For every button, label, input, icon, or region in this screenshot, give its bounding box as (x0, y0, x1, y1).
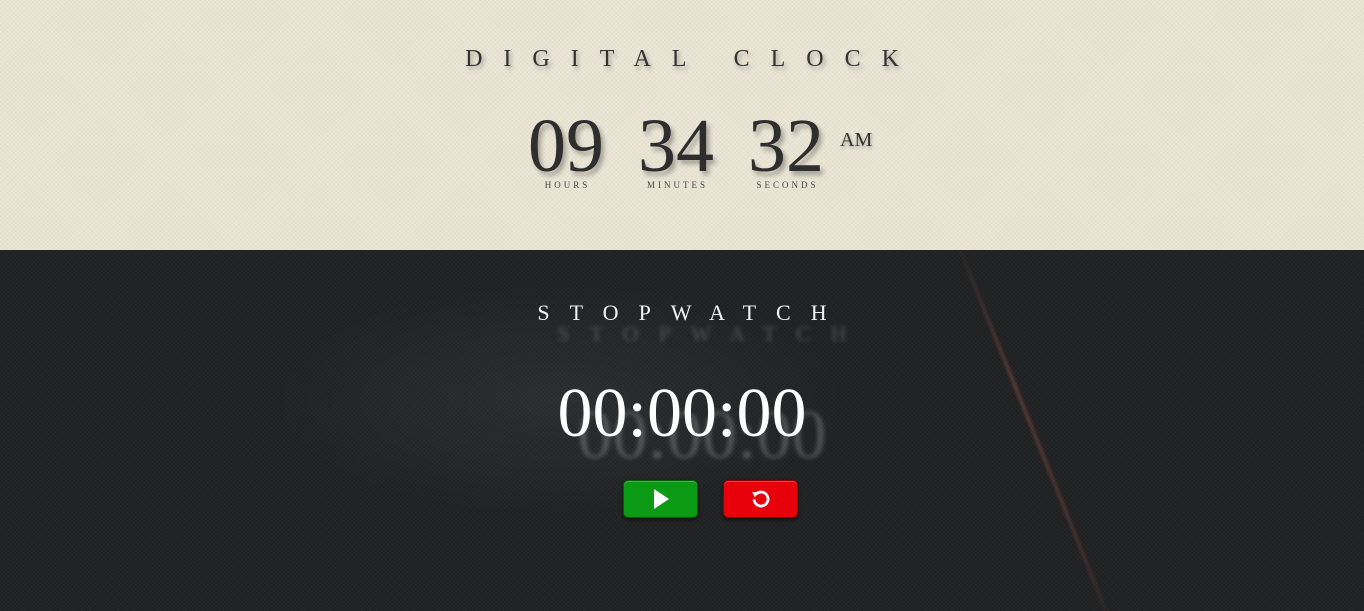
clock-title: DIGITAL CLOCK (465, 46, 920, 72)
clock-minutes: 34 MINUTES (631, 104, 721, 190)
reset-button[interactable] (723, 480, 798, 518)
digital-clock-section: DIGITAL CLOCK 09 HOURS 34 MINUTES 32 SEC… (0, 0, 1364, 250)
ampm-indicator: AM (840, 129, 873, 151)
seconds-value: 32 (748, 104, 824, 188)
stopwatch-title: STOPWATCH (537, 300, 847, 325)
start-button[interactable] (623, 480, 698, 518)
reset-icon (751, 490, 769, 508)
play-icon (653, 489, 669, 509)
hours-value: 09 (528, 104, 604, 188)
clock-hours: 09 HOURS (521, 104, 611, 190)
stopwatch-time: 00:00:00 (557, 375, 807, 452)
stopwatch-section: STOPWATCH STOPWATCH 00:00:00 00:00:00 (0, 250, 1364, 611)
clock-seconds: 32 SECONDS (741, 104, 831, 190)
minutes-value: 34 (638, 104, 714, 188)
